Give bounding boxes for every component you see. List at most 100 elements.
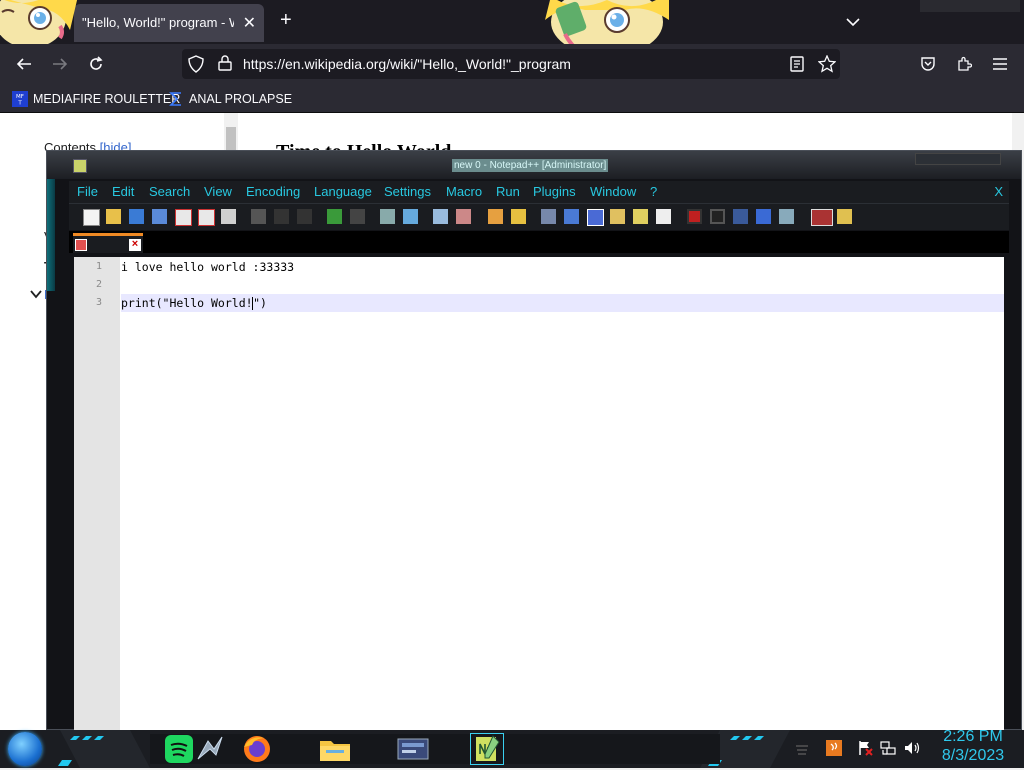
bookmark-mediafire[interactable]: MF T MEDIAFIRE ROULETTER <box>12 90 180 108</box>
window-controls[interactable] <box>920 0 1020 12</box>
code-text-before-caret: print("Hello World! <box>121 296 253 310</box>
notepad-app-icon[interactable] <box>73 159 87 173</box>
save-all-icon[interactable] <box>152 209 167 224</box>
bookmark-sigma[interactable]: ANAL PROLAPSE <box>168 90 292 108</box>
bookmark-star-icon[interactable] <box>817 54 837 78</box>
spell-check-icon[interactable] <box>811 209 833 226</box>
redo-icon[interactable] <box>350 209 365 224</box>
chevron-down-icon[interactable] <box>846 14 860 32</box>
browser-tab-title: "Hello, World!" program - Wikipe <box>82 15 234 30</box>
bookmarks-toolbar: MF T MEDIAFIRE ROULETTER ANAL PROLAPSE <box>0 84 1024 113</box>
close-document-button[interactable]: X <box>994 184 1003 199</box>
menu-help[interactable]: ? <box>650 184 657 199</box>
copy-icon[interactable] <box>274 209 289 224</box>
notepad-toolbar <box>69 203 1009 230</box>
volume-icon[interactable] <box>904 740 920 756</box>
menu-language[interactable]: Language <box>314 184 372 199</box>
kde-connect-icon[interactable] <box>192 733 226 765</box>
lock-icon[interactable] <box>218 55 232 76</box>
zoom-in-icon[interactable] <box>433 209 448 224</box>
toc-expand-chevron-icon[interactable] <box>30 287 42 302</box>
menu-macro[interactable]: Macro <box>446 184 482 199</box>
url-text[interactable]: https://en.wikipedia.org/wiki/"Hello,_Wo… <box>243 56 571 72</box>
firefox-icon[interactable] <box>240 733 274 765</box>
code-editor[interactable]: 1 2 3 i love hello world :33333 print("H… <box>74 257 1004 731</box>
shield-icon[interactable] <box>188 55 204 78</box>
sync-vertical-icon[interactable] <box>488 209 503 224</box>
menu-file[interactable]: File <box>77 184 98 199</box>
sync-horizontal-icon[interactable] <box>511 209 526 224</box>
clock-time[interactable]: 2:26 PM <box>938 728 1008 746</box>
show-all-chars-icon[interactable] <box>564 209 579 224</box>
play-macro-icon[interactable] <box>733 209 748 224</box>
start-button[interactable] <box>8 732 42 766</box>
close-all-icon[interactable] <box>198 209 215 226</box>
open-file-icon[interactable] <box>106 209 121 224</box>
close-tab-icon[interactable]: ✕ <box>243 13 256 33</box>
zoom-out-icon[interactable] <box>456 209 471 224</box>
notepad-plus-plus-icon[interactable] <box>470 733 504 765</box>
spotify-icon[interactable] <box>162 733 196 765</box>
menu-window[interactable]: Window <box>590 184 636 199</box>
function-list-icon[interactable] <box>633 209 648 224</box>
menu-encoding[interactable]: Encoding <box>246 184 300 199</box>
replace-icon[interactable] <box>403 209 418 224</box>
new-tab-button[interactable]: + <box>280 10 292 30</box>
pocket-icon[interactable] <box>918 54 938 74</box>
line-number-gutter: 1 2 3 <box>74 257 120 731</box>
folder-as-workspace-icon[interactable] <box>656 209 671 224</box>
java-update-icon[interactable] <box>826 740 842 756</box>
run-macro-multiple-icon[interactable] <box>756 209 771 224</box>
file-explorer-icon[interactable] <box>318 733 352 765</box>
doc-map-icon[interactable] <box>610 209 625 224</box>
code-line[interactable] <box>121 276 1004 294</box>
document-tab[interactable]: × <box>73 233 143 253</box>
reader-view-icon[interactable] <box>790 56 804 77</box>
new-file-icon[interactable] <box>83 209 100 226</box>
notepad-window-title: new 0 - Notepad++ [Administrator] <box>452 159 609 172</box>
line-number: 2 <box>95 279 102 290</box>
address-bar[interactable]: https://en.wikipedia.org/wiki/"Hello,_Wo… <box>182 49 840 79</box>
forward-arrow-icon[interactable] <box>50 54 70 74</box>
notepad-title-bar[interactable]: new 0 - Notepad++ [Administrator] <box>47 151 1021 179</box>
paste-icon[interactable] <box>297 209 312 224</box>
menu-settings[interactable]: Settings <box>384 184 431 199</box>
control-panel-icon[interactable] <box>396 733 430 765</box>
close-tab-icon[interactable]: × <box>129 239 141 251</box>
back-arrow-icon[interactable] <box>14 54 34 74</box>
print-icon[interactable] <box>221 209 236 224</box>
undo-icon[interactable] <box>327 209 342 224</box>
record-macro-icon[interactable] <box>687 209 702 224</box>
line-number: 1 <box>95 261 102 272</box>
code-text-after-caret: ") <box>253 296 267 310</box>
svg-text:MF: MF <box>16 94 24 100</box>
browser-tab[interactable]: "Hello, World!" program - Wikipe ✕ <box>74 4 264 42</box>
extensions-icon[interactable] <box>954 54 974 74</box>
save-macro-icon[interactable] <box>779 209 794 224</box>
menu-edit[interactable]: Edit <box>112 184 134 199</box>
reload-icon[interactable] <box>86 54 106 74</box>
stop-macro-icon[interactable] <box>710 209 725 224</box>
menu-view[interactable]: View <box>204 184 232 199</box>
window-controls[interactable] <box>915 153 1001 165</box>
unsaved-document-icon <box>75 239 87 251</box>
menu-plugins[interactable]: Plugins <box>533 184 576 199</box>
action-center-flag-icon[interactable] <box>857 740 873 756</box>
indent-guide-icon[interactable] <box>587 209 604 226</box>
menu-run[interactable]: Run <box>496 184 520 199</box>
save-icon[interactable] <box>129 209 144 224</box>
show-hidden-icons-icon[interactable] <box>794 740 810 756</box>
network-icon[interactable] <box>880 740 896 756</box>
current-code-line[interactable]: print("Hello World!") <box>121 294 1004 312</box>
notepad-menu-bar: File Edit Search View Encoding Language … <box>69 181 1009 203</box>
code-line[interactable]: i love hello world :33333 <box>121 258 1004 276</box>
find-icon[interactable] <box>380 209 395 224</box>
cut-icon[interactable] <box>251 209 266 224</box>
clock-date[interactable]: 8/3/2023 <box>938 747 1008 765</box>
bookmark-label: ANAL PROLAPSE <box>189 92 293 106</box>
menu-search[interactable]: Search <box>149 184 190 199</box>
close-file-icon[interactable] <box>175 209 192 226</box>
plugin-folder-icon[interactable] <box>837 209 852 224</box>
hamburger-menu-icon[interactable] <box>990 54 1010 74</box>
word-wrap-icon[interactable] <box>541 209 556 224</box>
